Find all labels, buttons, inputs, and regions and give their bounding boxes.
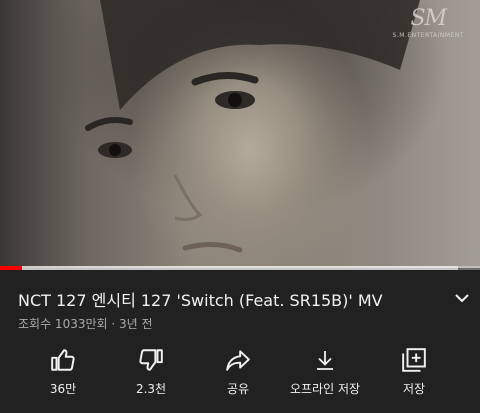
like-button[interactable]: 36만 [18, 346, 108, 397]
watermark-sub: S.M.ENTERTAINMENT [392, 32, 464, 39]
progress-bar[interactable] [0, 266, 480, 270]
thumbs-down-icon [139, 349, 163, 371]
dislike-count: 2.3천 [135, 382, 167, 396]
chevron-down-icon [455, 293, 469, 302]
progress-played [0, 266, 22, 270]
sm-entertainment-watermark: SM S.M.ENTERTAINMENT [392, 6, 464, 40]
action-bar: 36만 2.3천 공유 오프라인 저장 저장 [0, 346, 480, 398]
share-icon [226, 350, 250, 371]
progress-buffered [21, 266, 459, 270]
thumbs-up-icon [51, 349, 75, 371]
offline-save-label: 오프라인 저장 [289, 382, 361, 396]
add-to-playlist-icon [402, 348, 426, 372]
offline-save-button[interactable]: 오프라인 저장 [280, 346, 370, 397]
video-title: NCT 127 엔시티 127 'Switch (Feat. SR15B)' M… [18, 291, 383, 310]
save-label: 저장 [402, 382, 426, 396]
dislike-button[interactable]: 2.3천 [106, 346, 196, 397]
save-to-playlist-button[interactable]: 저장 [369, 346, 459, 397]
video-meta: 조회수 1033만회 · 3년 전 [18, 317, 153, 331]
watermark-logo: SM [410, 6, 447, 31]
download-icon [317, 351, 333, 370]
like-count: 36만 [49, 382, 77, 396]
share-button[interactable]: 공유 [193, 346, 283, 397]
expand-description-button[interactable] [452, 290, 472, 306]
video-frame [85, 0, 420, 253]
share-label: 공유 [226, 382, 250, 396]
video-player[interactable]: SM S.M.ENTERTAINMENT [0, 0, 480, 268]
